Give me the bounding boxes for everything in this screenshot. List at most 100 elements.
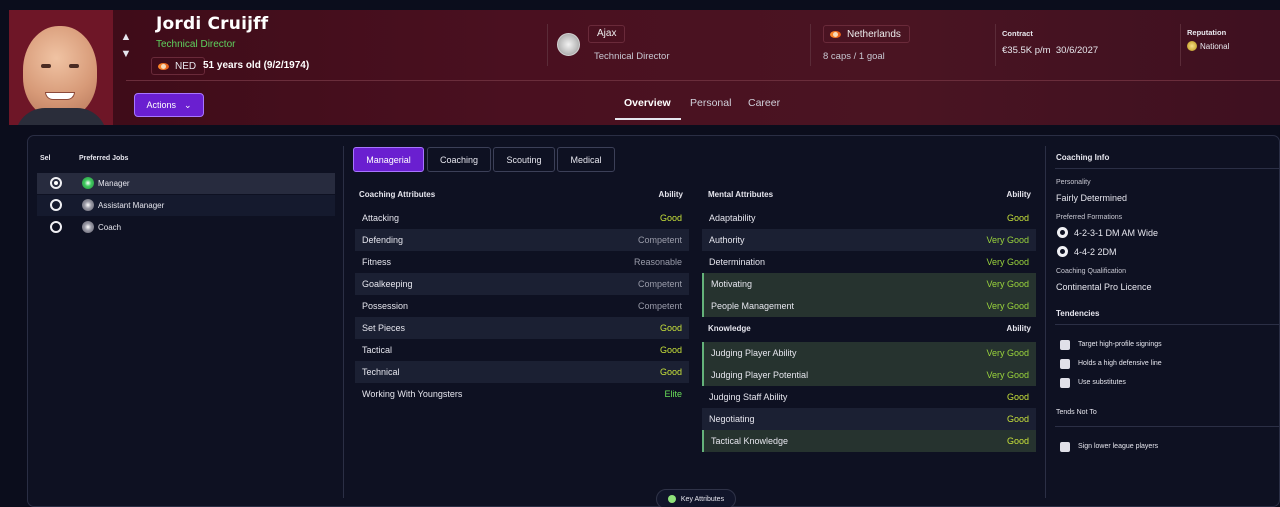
club-chip[interactable]: Ajax bbox=[588, 25, 626, 43]
chevron-down-icon: ⌄ bbox=[183, 99, 192, 110]
job-role-icon bbox=[82, 177, 94, 189]
international-caps: 8 caps / 1 goal bbox=[823, 51, 885, 62]
attribute-row-possession: Possession Competent bbox=[355, 295, 689, 317]
reputation-label: Reputation bbox=[1187, 28, 1227, 37]
job-role-icon bbox=[82, 199, 94, 211]
formation-icon bbox=[1057, 246, 1068, 257]
shirt bbox=[15, 108, 107, 125]
key-attributes-toggle[interactable]: Key Attributes bbox=[656, 489, 736, 507]
attribute-row-judging-staff-ability: Judging Staff Ability Good bbox=[702, 386, 1036, 408]
attribute-value: Good bbox=[659, 323, 682, 333]
attribute-row-authority: Authority Very Good bbox=[702, 229, 1036, 251]
knowledge-header: Knowledge Ability bbox=[703, 320, 1037, 338]
attribute-name: Working With Youngsters bbox=[362, 389, 463, 399]
actions-label: Actions bbox=[146, 100, 176, 110]
job-label: Manager bbox=[98, 179, 130, 188]
tendency-item: Target high-profile signings bbox=[1078, 341, 1162, 348]
subtab-coaching[interactable]: Coaching bbox=[427, 147, 491, 172]
eye-left bbox=[41, 64, 51, 68]
reputation-star-icon bbox=[1187, 41, 1197, 51]
nationality-flag-icon bbox=[158, 62, 169, 70]
preferred-jobs-header: Preferred Jobs bbox=[79, 155, 129, 162]
column-divider bbox=[1045, 146, 1046, 498]
attribute-value: Competent bbox=[637, 279, 682, 289]
coaching-attributes-header: Coaching Attributes Ability bbox=[354, 186, 689, 204]
tends-not-to-title: Tends Not To bbox=[1056, 409, 1097, 416]
nationality-chip[interactable]: NED bbox=[151, 57, 206, 75]
attribute-value: Very Good bbox=[986, 301, 1029, 311]
section-divider bbox=[1055, 426, 1280, 427]
attribute-row-attacking: Attacking Good bbox=[355, 207, 689, 229]
tendency-icon bbox=[1060, 340, 1070, 350]
key-attributes-dot-icon bbox=[667, 495, 676, 503]
next-staff-chevron-down-icon[interactable]: ▼ bbox=[119, 48, 133, 60]
radio-icon[interactable] bbox=[50, 199, 62, 211]
club-badge-icon[interactable] bbox=[557, 33, 580, 56]
attribute-row-motivating: Motivating Very Good bbox=[702, 273, 1036, 295]
subtab-managerial[interactable]: Managerial bbox=[353, 147, 424, 172]
mental-attributes-header: Mental Attributes Ability bbox=[703, 186, 1037, 204]
personality-label: Personality bbox=[1056, 179, 1091, 186]
job-row-assistant-manager[interactable]: Assistant Manager bbox=[37, 195, 335, 216]
overview-panel: Sel Preferred Jobs Manager Assistant Man… bbox=[27, 135, 1280, 507]
eye-right bbox=[69, 64, 79, 68]
country-chip[interactable]: Netherlands bbox=[823, 25, 910, 43]
job-row-coach[interactable]: Coach bbox=[37, 217, 335, 238]
attribute-name: Tactical Knowledge bbox=[711, 436, 789, 446]
attribute-row-judging-player-ability: Judging Player Ability Very Good bbox=[702, 342, 1036, 364]
attribute-value: Good bbox=[1006, 392, 1029, 402]
key-attributes-label: Key Attributes bbox=[680, 495, 725, 503]
job-label: Coach bbox=[98, 223, 122, 232]
job-row-manager[interactable]: Manager bbox=[37, 173, 335, 194]
attribute-row-negotiating: Negotiating Good bbox=[702, 408, 1036, 430]
tends-not-to-item: Sign lower league players bbox=[1078, 443, 1159, 450]
staff-role[interactable]: Technical Director bbox=[156, 39, 235, 50]
attribute-name: Judging Player Potential bbox=[711, 370, 809, 380]
attribute-name: Negotiating bbox=[709, 414, 755, 424]
attribute-value: Very Good bbox=[986, 279, 1029, 289]
radio-icon[interactable] bbox=[50, 221, 62, 233]
attribute-name: Authority bbox=[709, 235, 745, 245]
tab-personal[interactable]: Personal bbox=[690, 97, 731, 109]
attribute-name: Judging Player Ability bbox=[711, 348, 797, 358]
subtab-medical[interactable]: Medical bbox=[557, 147, 615, 172]
section-title: Mental Attributes bbox=[708, 190, 774, 199]
attribute-row-defending: Defending Competent bbox=[355, 229, 689, 251]
club-role: Technical Director bbox=[594, 51, 670, 62]
sel-column-header: Sel bbox=[40, 155, 51, 162]
attribute-row-tactical-knowledge: Tactical Knowledge Good bbox=[702, 430, 1036, 452]
column-divider bbox=[343, 146, 344, 498]
actions-button[interactable]: Actions ⌄ bbox=[134, 93, 204, 117]
coaching-qualification-value: Continental Pro Licence bbox=[1056, 282, 1152, 292]
section-title: Coaching Attributes bbox=[359, 190, 436, 199]
header-divider bbox=[547, 24, 548, 66]
formation-item[interactable]: 4-2-3-1 DM AM Wide bbox=[1074, 228, 1158, 238]
attribute-value: Very Good bbox=[986, 370, 1029, 380]
tab-overview[interactable]: Overview bbox=[624, 97, 671, 109]
staff-age: 51 years old (9/2/1974) bbox=[203, 60, 310, 71]
reputation-value: National bbox=[1187, 41, 1229, 51]
contract-label: Contract bbox=[1002, 29, 1033, 38]
formation-item[interactable]: 4-4-2 2DM bbox=[1074, 247, 1117, 257]
attribute-name: Set Pieces bbox=[362, 323, 406, 333]
nationality-code: NED bbox=[175, 60, 197, 72]
tendency-icon bbox=[1060, 359, 1070, 369]
attribute-name: Goalkeeping bbox=[362, 279, 413, 289]
header-divider bbox=[1180, 24, 1181, 66]
face-image bbox=[23, 26, 97, 118]
tab-career[interactable]: Career bbox=[748, 97, 780, 109]
subtab-scouting[interactable]: Scouting bbox=[493, 147, 555, 172]
attribute-value: Good bbox=[1006, 414, 1029, 424]
attribute-name: Determination bbox=[709, 257, 766, 267]
attribute-name: Possession bbox=[362, 301, 409, 311]
attribute-row-working-with-youngsters: Working With Youngsters Elite bbox=[355, 383, 689, 405]
section-title: Knowledge bbox=[708, 324, 751, 333]
staff-name: Jordi Cruijff bbox=[156, 14, 269, 34]
radio-selected-icon[interactable] bbox=[50, 177, 62, 189]
attribute-value: Elite bbox=[664, 389, 682, 399]
attribute-row-set-pieces: Set Pieces Good bbox=[355, 317, 689, 339]
personality-value: Fairly Determined bbox=[1056, 193, 1128, 203]
header-divider bbox=[995, 24, 996, 66]
attribute-value: Very Good bbox=[986, 257, 1029, 267]
previous-staff-chevron-up-icon[interactable]: ▲ bbox=[119, 31, 133, 43]
